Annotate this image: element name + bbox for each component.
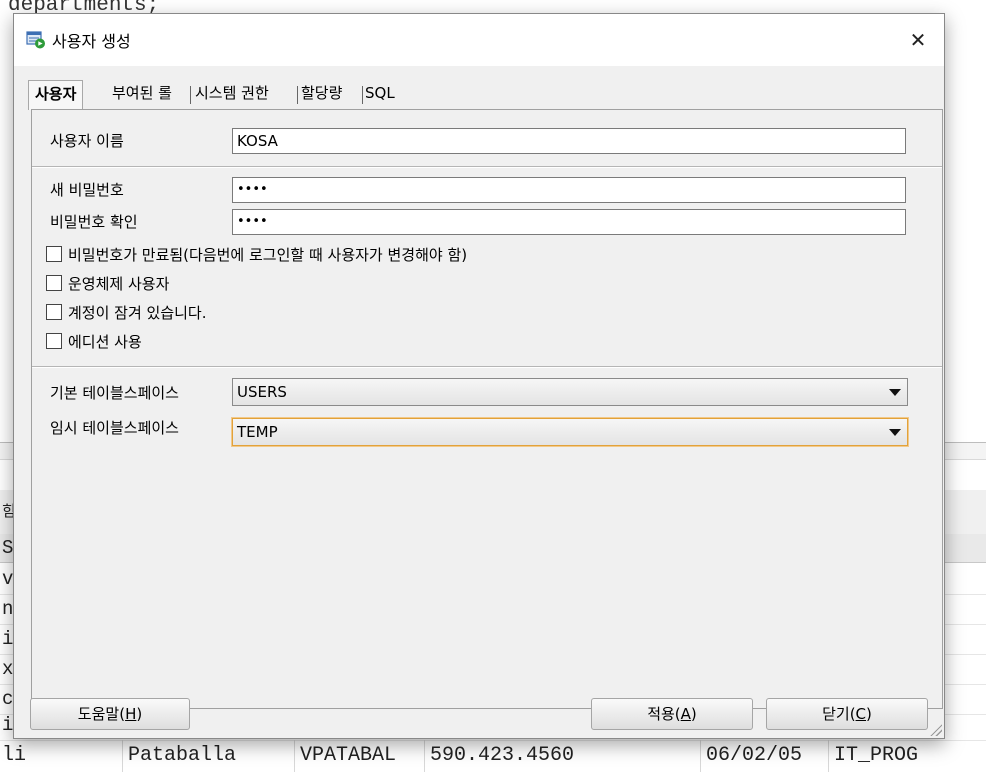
table-row[interactable]: li Pataballa VPATABAL 590.423.4560 06/02… [0,740,986,772]
title-bar[interactable]: 사용자 생성 ✕ [14,14,944,66]
resize-grip[interactable] [930,724,942,736]
checkbox-label: 비밀번호가 만료됨(다음번에 로그인할 때 사용자가 변경해야 함) [68,246,468,264]
row-fragment: i [2,714,14,736]
apply-button[interactable]: 적용(A) [591,698,753,730]
tab-quotas[interactable]: 할당량 [301,80,342,108]
os-user-checkbox[interactable]: 운영체제 사용자 [46,273,169,294]
default-tablespace-label: 기본 테이블스페이스 [50,384,179,402]
create-user-icon [26,31,46,49]
checkbox-box[interactable] [46,333,62,349]
confirm-password-label: 비밀번호 확인 [50,213,138,231]
new-password-field[interactable]: •••• [232,177,906,203]
chevron-down-icon [889,389,901,396]
new-password-label: 새 비밀번호 [50,181,124,199]
create-user-dialog: 사용자 생성 ✕ 사용자 부여된 롤 시스템 권한 할당량 SQL 사용자 이름… [13,13,945,739]
row-fragment: x [2,658,14,680]
row-fragment: v [2,568,14,590]
cell-hire-date: 06/02/05 [706,744,803,767]
tab-user[interactable]: 사용자 [28,80,84,110]
checkbox-box[interactable] [46,275,62,291]
cell-first-name: li [2,744,27,767]
cell-phone: 590.423.4560 [430,744,575,767]
chevron-down-icon [889,429,901,436]
row-fragment: c [2,688,14,710]
close-icon[interactable]: ✕ [900,24,936,56]
user-name-field[interactable]: KOSA [232,128,906,154]
row-fragment: i [2,628,14,650]
help-button[interactable]: 도움말(H) [30,698,190,730]
default-tablespace-select[interactable]: USERS [232,378,908,406]
user-name-label: 사용자 이름 [50,132,124,150]
checkbox-label: 운영체제 사용자 [68,275,170,293]
cell-email: VPATABAL [300,744,397,767]
cell-last-name: Pataballa [128,744,237,767]
edition-enabled-checkbox[interactable]: 에디션 사용 [46,331,142,352]
checkbox-label: 에디션 사용 [68,333,142,351]
dialog-title: 사용자 생성 [52,32,131,51]
tab-sql[interactable]: SQL [365,80,395,108]
cell-job-id: IT_PROG [834,744,919,767]
checkbox-box[interactable] [46,246,62,262]
tab-system-privileges[interactable]: 시스템 권한 [195,80,269,108]
user-panel: 사용자 이름 KOSA 새 비밀번호 •••• 비밀번호 확인 •••• 비밀번… [31,109,943,709]
account-locked-checkbox[interactable]: 계정이 잠겨 있습니다. [46,302,207,323]
close-button[interactable]: 닫기(C) [766,698,928,730]
confirm-password-field[interactable]: •••• [232,209,906,235]
row-fragment: n [2,598,14,620]
temp-tablespace-select[interactable]: TEMP [232,418,908,446]
checkbox-box[interactable] [46,304,62,320]
header-fragment: S [2,537,14,559]
tab-granted-roles[interactable]: 부여된 롤 [112,80,172,108]
checkbox-label: 계정이 잠겨 있습니다. [68,304,207,322]
temp-tablespace-value: TEMP [237,423,278,441]
temp-tablespace-label: 임시 테이블스페이스 [50,419,179,437]
password-expired-checkbox[interactable]: 비밀번호가 만료됨(다음번에 로그인할 때 사용자가 변경해야 함) [46,244,467,265]
default-tablespace-value: USERS [237,383,287,401]
